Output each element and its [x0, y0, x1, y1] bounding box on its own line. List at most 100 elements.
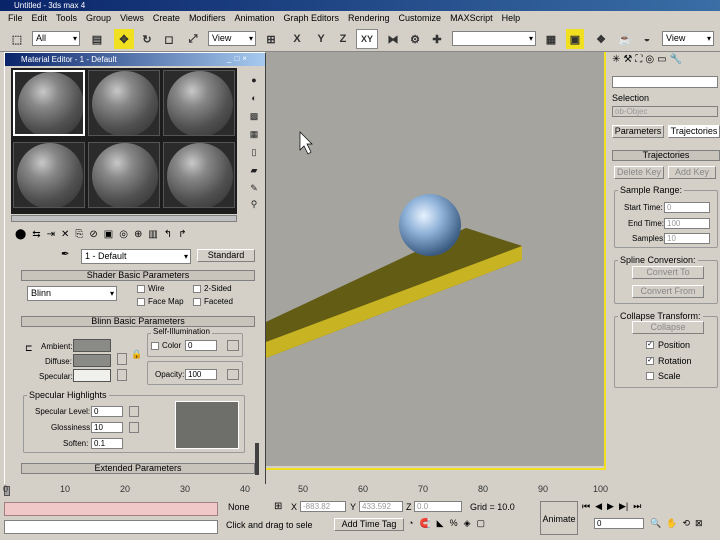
- menu-customize[interactable]: Customize: [399, 11, 442, 26]
- sphere-object[interactable]: [399, 194, 461, 256]
- previous-frame-icon[interactable]: ◀: [595, 501, 602, 512]
- scale-icon[interactable]: ◻: [160, 29, 178, 49]
- menu-edit[interactable]: Edit: [32, 11, 48, 26]
- get-material-icon[interactable]: ⬤: [15, 229, 26, 243]
- self-illum-map-button[interactable]: [227, 340, 239, 351]
- sample-slot[interactable]: [88, 142, 160, 208]
- sample-slot[interactable]: [13, 70, 85, 136]
- pan-icon[interactable]: ✋: [666, 518, 677, 529]
- end-time-spinner[interactable]: 100: [664, 218, 710, 229]
- material-type-button[interactable]: Standard: [197, 249, 255, 262]
- hierarchy-tab-icon[interactable]: ⛶: [635, 54, 642, 72]
- perspective-viewport[interactable]: [266, 52, 604, 466]
- rotate-icon[interactable]: ↻: [138, 29, 156, 49]
- axis-x-button[interactable]: X: [288, 29, 306, 49]
- align-icon[interactable]: ⚙: [406, 29, 424, 49]
- shader-dropdown[interactable]: Blinn: [27, 286, 117, 301]
- background-icon[interactable]: ▩: [247, 109, 261, 123]
- sample-slot[interactable]: [88, 70, 160, 136]
- object-name-field[interactable]: [612, 76, 718, 88]
- select-by-name-icon[interactable]: ▤: [88, 29, 106, 49]
- opacity-spinner[interactable]: 100: [185, 369, 217, 380]
- material-name-field[interactable]: 1 - Default: [81, 249, 191, 264]
- snap-toggle-icon[interactable]: 🧲: [419, 518, 430, 529]
- trajectories-tab[interactable]: Trajectories: [668, 125, 720, 138]
- collapse-button[interactable]: Collapse: [632, 321, 704, 334]
- select-by-material-icon[interactable]: ⚲: [247, 197, 261, 211]
- panel-scrollbar[interactable]: [255, 443, 259, 475]
- mirror-icon[interactable]: ⧓: [384, 29, 402, 49]
- z-coord-field[interactable]: 0.0: [414, 501, 462, 512]
- time-slider-track[interactable]: 0 10 20 30 40 50 60 70 80 90 100: [0, 484, 608, 498]
- menu-create[interactable]: Create: [153, 11, 180, 26]
- go-to-start-icon[interactable]: ⏮: [582, 501, 590, 512]
- rotation-checkbox[interactable]: ✓: [646, 357, 654, 365]
- angle-snap-icon[interactable]: ◣: [437, 518, 444, 529]
- add-key-button[interactable]: Add Key: [668, 166, 716, 179]
- backlight-icon[interactable]: ◐: [247, 91, 261, 105]
- menu-file[interactable]: File: [8, 11, 23, 26]
- put-to-scene-icon[interactable]: ⇆: [32, 229, 40, 243]
- spinner-snap-icon[interactable]: ◈: [464, 518, 471, 529]
- make-unique-icon[interactable]: ⊘: [89, 229, 97, 243]
- opacity-map-button[interactable]: [227, 369, 239, 380]
- menu-views[interactable]: Views: [120, 11, 144, 26]
- samples-spinner[interactable]: 10: [664, 233, 710, 244]
- sample-type-icon[interactable]: ●: [247, 73, 261, 87]
- slots-scrollbar[interactable]: [11, 215, 237, 222]
- diffuse-swatch[interactable]: [73, 354, 111, 367]
- utilities-tab-icon[interactable]: 🔧: [670, 54, 682, 72]
- put-to-library-icon[interactable]: ▣: [104, 229, 113, 243]
- make-preview-icon[interactable]: ▰: [247, 163, 261, 177]
- specular-level-map-button[interactable]: [129, 406, 139, 417]
- self-illum-spinner[interactable]: 0: [185, 340, 217, 351]
- convert-from-button[interactable]: Convert From: [632, 285, 704, 298]
- maxscript-listener[interactable]: [4, 502, 218, 516]
- modify-tab-icon[interactable]: ⚒: [623, 54, 632, 72]
- pick-material-icon[interactable]: ✒: [61, 249, 69, 260]
- material-effects-icon[interactable]: ◎: [119, 229, 128, 243]
- material-editor-icon[interactable]: ❖: [592, 29, 610, 49]
- trajectories-rollout[interactable]: Trajectories: [612, 150, 720, 161]
- select-icon[interactable]: ⬚: [8, 29, 26, 49]
- axis-xy-button[interactable]: XY: [356, 29, 378, 49]
- zoom-icon[interactable]: 🔍: [650, 518, 661, 529]
- specular-map-button[interactable]: [117, 369, 127, 381]
- specular-swatch[interactable]: [73, 369, 111, 382]
- motion-tab-icon[interactable]: ◎: [645, 54, 654, 72]
- add-time-tag-button[interactable]: Add Time Tag: [334, 518, 404, 531]
- menu-modifiers[interactable]: Modifiers: [189, 11, 226, 26]
- axis-y-button[interactable]: Y: [312, 29, 330, 49]
- position-checkbox[interactable]: ✓: [646, 341, 654, 349]
- sample-slot[interactable]: [13, 142, 85, 208]
- quick-render-icon[interactable]: ◒: [638, 29, 656, 49]
- wire-checkbox[interactable]: [137, 285, 145, 293]
- menu-maxscript[interactable]: MAXScript: [450, 11, 493, 26]
- convert-to-button[interactable]: Convert To: [632, 266, 704, 279]
- maxscript-input[interactable]: [4, 520, 218, 534]
- selection-filter-dropdown[interactable]: All: [32, 31, 80, 46]
- align-normals-icon[interactable]: ✚: [428, 29, 446, 49]
- lock-icon[interactable]: 🔒: [131, 349, 142, 360]
- assign-material-icon[interactable]: ⇥: [47, 229, 55, 243]
- degradation-override-icon[interactable]: ◔: [408, 518, 413, 529]
- track-view-icon[interactable]: ▦: [542, 29, 560, 49]
- display-tab-icon[interactable]: ▭: [657, 54, 666, 72]
- go-forward-icon[interactable]: ↱: [178, 229, 186, 243]
- ambient-swatch[interactable]: [73, 339, 111, 352]
- faceted-checkbox[interactable]: [193, 298, 201, 306]
- self-illum-color-checkbox[interactable]: [151, 342, 159, 350]
- render-scene-icon[interactable]: ☕: [616, 29, 634, 49]
- sample-uv-tiling-icon[interactable]: ▦: [247, 127, 261, 141]
- scale-checkbox[interactable]: [646, 372, 654, 380]
- options-icon[interactable]: ✎: [247, 181, 261, 195]
- go-to-parent-icon[interactable]: ↰: [164, 229, 172, 243]
- sample-slot[interactable]: [163, 142, 235, 208]
- arc-rotate-icon[interactable]: ⟲: [682, 518, 690, 529]
- go-to-end-icon[interactable]: ⏭: [633, 501, 641, 512]
- percent-snap-icon[interactable]: %: [450, 518, 458, 529]
- animate-button[interactable]: Animate: [540, 501, 578, 535]
- named-selection-dropdown[interactable]: [452, 31, 536, 46]
- menu-help[interactable]: Help: [502, 11, 521, 26]
- extended-parameters-rollout[interactable]: Extended Parameters: [21, 463, 255, 474]
